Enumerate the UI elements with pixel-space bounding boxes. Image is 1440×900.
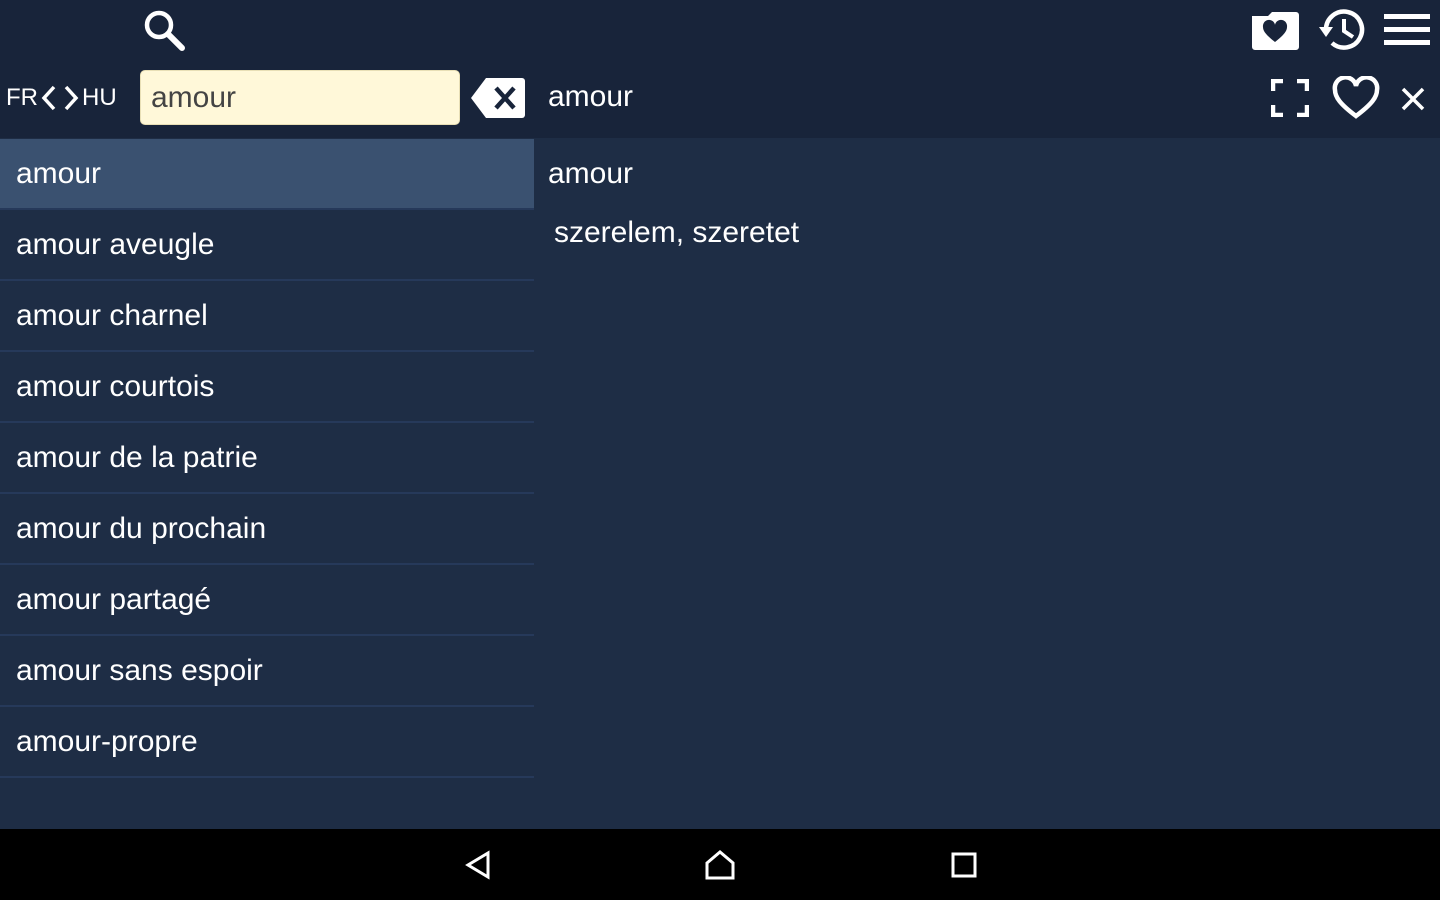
top-toolbar: FR HU amour amour	[0, 0, 1440, 138]
source-language[interactable]: FR	[6, 84, 38, 112]
list-item[interactable]: amour	[0, 139, 534, 210]
backspace-clear-icon[interactable]	[470, 76, 526, 120]
chevron-right-icon[interactable]	[60, 83, 82, 113]
detail-headword: amour	[548, 157, 634, 190]
back-icon[interactable]	[456, 843, 500, 887]
list-item[interactable]: amour sans espoir	[0, 636, 534, 707]
results-list: amour amour aveugle amour charnel amour …	[0, 139, 534, 778]
detail-translation: szerelem, szeretet	[554, 216, 800, 249]
search-icon[interactable]	[138, 6, 190, 54]
list-item[interactable]: amour charnel	[0, 281, 534, 352]
list-item[interactable]: amour courtois	[0, 352, 534, 423]
history-icon[interactable]	[1314, 6, 1370, 54]
search-input[interactable]: amour	[140, 70, 460, 125]
list-item[interactable]: amour aveugle	[0, 210, 534, 281]
list-item[interactable]: amour partagé	[0, 565, 534, 636]
language-switcher: FR HU	[0, 70, 140, 126]
fullscreen-icon[interactable]	[1268, 76, 1312, 120]
heart-folder-icon[interactable]	[1248, 8, 1302, 52]
recents-icon[interactable]	[942, 843, 986, 887]
translation-panel: amour szerelem, szeretet	[534, 139, 1440, 829]
target-language[interactable]: HU	[82, 84, 117, 112]
heart-outline-icon[interactable]	[1330, 74, 1382, 122]
close-icon[interactable]	[1398, 84, 1428, 114]
home-icon[interactable]	[698, 843, 742, 887]
detail-header-word: amour	[548, 80, 634, 113]
menu-icon[interactable]	[1382, 10, 1432, 50]
chevron-left-icon[interactable]	[38, 83, 60, 113]
list-item[interactable]: amour-propre	[0, 707, 534, 778]
system-nav-bar	[0, 829, 1440, 900]
list-item[interactable]: amour de la patrie	[0, 423, 534, 494]
list-item[interactable]: amour du prochain	[0, 494, 534, 565]
